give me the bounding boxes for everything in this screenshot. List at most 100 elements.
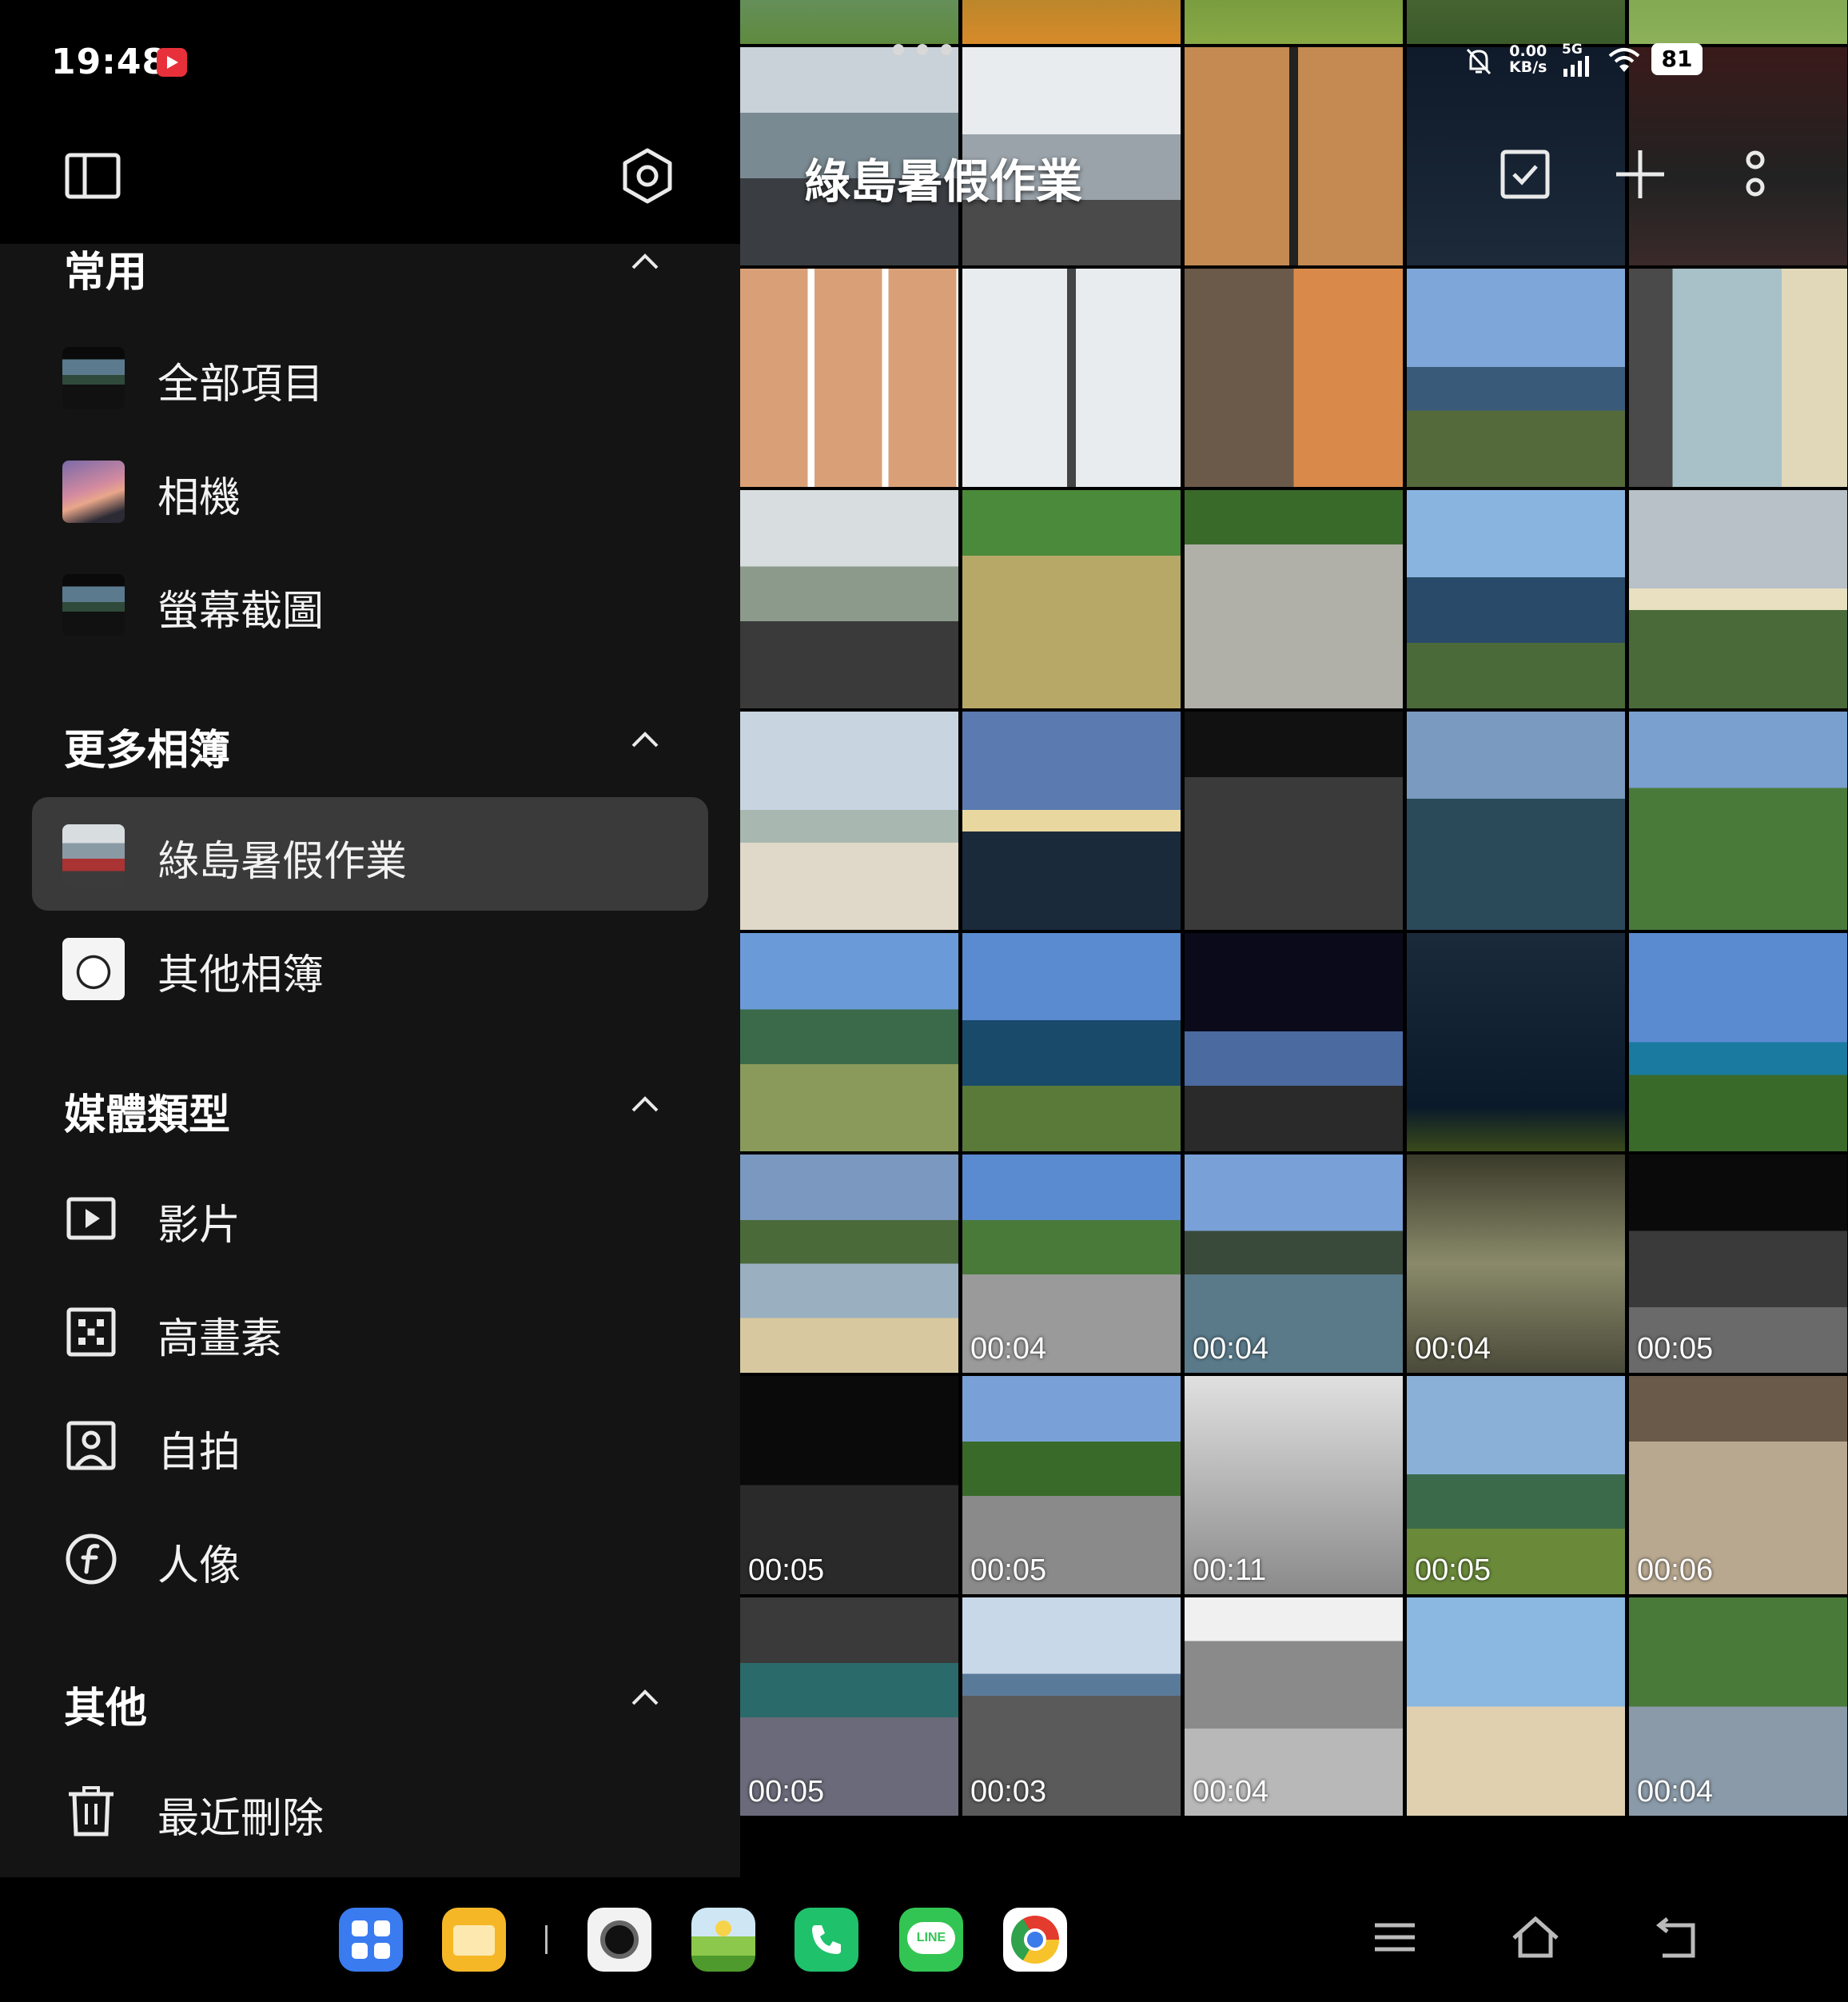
album-thumbnail bbox=[62, 574, 125, 636]
chrome-app-icon[interactable] bbox=[1003, 1908, 1067, 1972]
photo-thumbnail[interactable] bbox=[1629, 712, 1847, 930]
status-time: 19:48 bbox=[51, 42, 168, 82]
video-duration: 00:05 bbox=[748, 1775, 825, 1809]
sidebar-toggle-icon[interactable] bbox=[61, 144, 125, 208]
settings-hex-icon[interactable] bbox=[615, 144, 679, 208]
app-drawer-icon[interactable] bbox=[339, 1908, 403, 1972]
photo-thumbnail[interactable] bbox=[1629, 933, 1847, 1151]
photo-thumbnail[interactable]: 00:04 bbox=[1407, 1155, 1625, 1373]
photo-thumbnail[interactable] bbox=[1407, 712, 1625, 930]
photo-thumbnail[interactable] bbox=[1185, 933, 1403, 1151]
more-icon[interactable] bbox=[1723, 142, 1787, 206]
photo-thumbnail[interactable] bbox=[1407, 933, 1625, 1151]
album-thumbnail bbox=[62, 824, 125, 887]
photo-thumbnail[interactable] bbox=[962, 490, 1181, 708]
photo-thumbnail[interactable] bbox=[1185, 0, 1403, 44]
section-title-common: 常用 bbox=[64, 249, 148, 297]
aperture-portrait-icon bbox=[66, 1533, 117, 1585]
sidebar-item-all-items[interactable]: 全部項目 bbox=[32, 320, 708, 433]
photo-thumbnail[interactable] bbox=[1185, 490, 1403, 708]
photo-thumbnail[interactable] bbox=[740, 0, 958, 44]
photo-thumbnail[interactable]: 00:05 bbox=[962, 1376, 1181, 1594]
sidebar-item-label: 影片 bbox=[157, 1202, 241, 1250]
back-icon[interactable] bbox=[1650, 1909, 1706, 1965]
select-icon[interactable] bbox=[1493, 142, 1557, 206]
add-icon[interactable] bbox=[1608, 142, 1672, 206]
status-icons: 0.00 KB/s 5G 81 bbox=[1463, 42, 1830, 82]
photo-thumbnail[interactable]: 00:05 bbox=[740, 1597, 958, 1816]
sidebar-item-portrait[interactable]: 人像 bbox=[32, 1502, 708, 1615]
photo-thumbnail[interactable] bbox=[740, 933, 958, 1151]
taskbar-dock: LINE bbox=[0, 1877, 1848, 2002]
photo-thumbnail[interactable]: 00:05 bbox=[740, 1376, 958, 1594]
photo-thumbnail[interactable]: 00:04 bbox=[1185, 1155, 1403, 1373]
photo-thumbnail[interactable] bbox=[1629, 490, 1847, 708]
photo-thumbnail[interactable] bbox=[962, 0, 1181, 44]
high-resolution-icon bbox=[66, 1307, 116, 1357]
photo-thumbnail[interactable] bbox=[740, 490, 958, 708]
video-duration: 00:05 bbox=[748, 1553, 825, 1587]
sidebar-item-green-island[interactable]: 綠島暑假作業 bbox=[32, 797, 708, 911]
dock-divider bbox=[545, 1925, 548, 1954]
album-thumbnail bbox=[62, 461, 125, 523]
phone-app-icon[interactable] bbox=[795, 1908, 858, 1972]
sidebar-item-videos[interactable]: 影片 bbox=[32, 1161, 708, 1274]
home-icon[interactable] bbox=[1507, 1909, 1563, 1965]
photo-thumbnail[interactable] bbox=[1185, 269, 1403, 487]
network-type: 5G bbox=[1562, 42, 1583, 58]
sidebar-item-label: 其他相簿 bbox=[157, 951, 325, 999]
chevron-up-icon[interactable] bbox=[625, 1677, 665, 1717]
sidebar-item-high-res[interactable]: 高畫素 bbox=[32, 1274, 708, 1388]
chevron-up-icon[interactable] bbox=[625, 241, 665, 281]
photo-thumbnail[interactable]: 00:04 bbox=[1185, 1597, 1403, 1816]
photo-thumbnail[interactable]: 00:05 bbox=[1629, 1155, 1847, 1373]
sidebar-item-label: 人像 bbox=[157, 1542, 241, 1590]
photo-thumbnail[interactable] bbox=[1407, 269, 1625, 487]
sidebar-item-label: 相機 bbox=[157, 474, 241, 522]
sidebar-item-camera[interactable]: 相機 bbox=[32, 433, 708, 547]
photo-thumbnail[interactable] bbox=[1185, 712, 1403, 930]
photo-grid: 00:04 00:04 00:04 00:05 00:05 00:05 00:11 00:05… bbox=[740, 0, 1848, 1817]
chevron-up-icon[interactable] bbox=[625, 1084, 665, 1124]
photo-thumbnail[interactable] bbox=[962, 933, 1181, 1151]
photo-thumbnail[interactable]: 00:03 bbox=[962, 1597, 1181, 1816]
video-icon bbox=[66, 1197, 116, 1240]
photo-thumbnail[interactable] bbox=[1407, 0, 1625, 44]
photo-thumbnail[interactable] bbox=[962, 269, 1181, 487]
file-manager-icon[interactable] bbox=[442, 1908, 506, 1972]
photo-thumbnail[interactable] bbox=[1629, 269, 1847, 487]
signal-icon bbox=[1563, 56, 1589, 77]
photo-thumbnail[interactable]: 00:11 bbox=[1185, 1376, 1403, 1594]
photo-thumbnail[interactable] bbox=[1407, 490, 1625, 708]
sidebar-item-label: 自拍 bbox=[157, 1429, 241, 1477]
chevron-up-icon[interactable] bbox=[625, 720, 665, 760]
photo-thumbnail[interactable] bbox=[740, 269, 958, 487]
sidebar-item-other-albums[interactable]: 其他相簿 bbox=[32, 911, 708, 1024]
photo-thumbnail[interactable] bbox=[1407, 1597, 1625, 1816]
album-thumbnail bbox=[62, 938, 125, 1000]
photo-thumbnail[interactable] bbox=[740, 712, 958, 930]
camera-app-icon[interactable] bbox=[587, 1908, 651, 1972]
photo-thumbnail[interactable] bbox=[740, 1155, 958, 1373]
selfie-icon bbox=[66, 1421, 116, 1470]
gallery-app-icon[interactable] bbox=[691, 1908, 755, 1972]
photo-thumbnail[interactable]: 00:05 bbox=[1407, 1376, 1625, 1594]
video-duration: 00:04 bbox=[1193, 1332, 1269, 1366]
video-duration: 00:11 bbox=[1193, 1553, 1267, 1587]
video-duration: 00:04 bbox=[1637, 1775, 1714, 1809]
line-app-icon[interactable]: LINE bbox=[899, 1908, 963, 1972]
recents-icon[interactable] bbox=[1367, 1909, 1423, 1965]
photo-thumbnail[interactable]: 00:04 bbox=[962, 1155, 1181, 1373]
photo-thumbnail[interactable] bbox=[1629, 0, 1847, 44]
sidebar-item-recently-deleted[interactable]: 最近刪除 bbox=[32, 1754, 708, 1868]
video-duration: 00:03 bbox=[970, 1775, 1047, 1809]
photo-thumbnail[interactable] bbox=[962, 712, 1181, 930]
video-duration: 00:05 bbox=[970, 1553, 1047, 1587]
photo-thumbnail[interactable] bbox=[1185, 47, 1403, 265]
album-sidebar: 常用 全部項目 相機 螢幕截圖 更多相簿 綠島暑假作業 其他相簿 媒體類型 影片… bbox=[0, 0, 740, 1877]
photo-thumbnail[interactable]: 00:06 bbox=[1629, 1376, 1847, 1594]
photo-thumbnail[interactable]: 00:04 bbox=[1629, 1597, 1847, 1816]
sidebar-item-selfies[interactable]: 自拍 bbox=[32, 1388, 708, 1502]
drag-handle-icon[interactable] bbox=[890, 42, 954, 58]
sidebar-item-screenshots[interactable]: 螢幕截圖 bbox=[32, 547, 708, 660]
